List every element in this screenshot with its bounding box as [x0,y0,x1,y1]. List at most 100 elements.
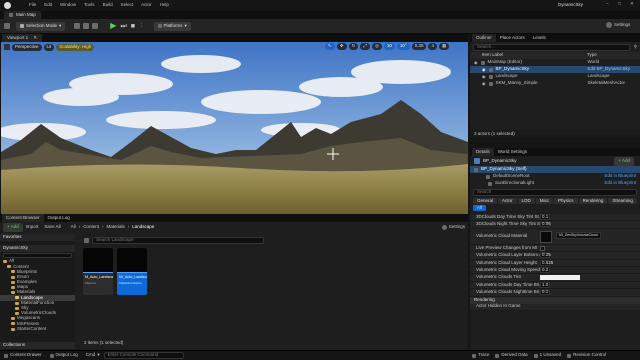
cinematics-icon[interactable] [92,23,99,29]
breadcrumb-item[interactable]: Landscape [132,224,154,230]
breadcrumb-item[interactable]: Materials [106,224,124,230]
property-value[interactable]: 0.2 [540,267,550,273]
minimize-icon[interactable]: – [606,1,609,7]
details-search-input[interactable]: Search [473,188,637,196]
property-value[interactable]: 1.0 [540,282,550,288]
menu-tools[interactable]: Tools [80,3,99,8]
stop-icon[interactable]: ■ [131,23,135,30]
filter-general[interactable]: General [473,198,498,204]
material-thumbnail[interactable] [540,230,552,243]
filter-actor[interactable]: Actor [498,198,517,204]
translate-tool-icon[interactable]: ✥ [336,43,347,50]
menu-file[interactable]: File [25,3,40,8]
rotation-snap-button[interactable]: 10° [396,43,410,50]
filter-all[interactable]: All [473,205,487,211]
content-drawer-button[interactable]: Content Drawer [4,353,42,358]
filter-streaming[interactable]: Streaming [608,198,637,204]
level-viewport[interactable] [1,42,468,214]
skip-icon[interactable]: ⏭ [120,23,126,30]
menu-build[interactable]: Build [99,3,117,8]
layout-icon[interactable]: ▦ [439,43,450,50]
revision-control-button[interactable]: Revision Control [567,353,606,358]
property-value[interactable]: 0.1 [540,214,550,220]
world-space-icon[interactable]: ◎ [371,43,382,50]
property-value[interactable]: MI_DevSkyVolumeCloud [556,231,601,240]
component-row[interactable]: SunDirectionalLight Edit in Blueprint [470,180,640,187]
add-content-icon[interactable] [74,23,81,29]
add-component-button[interactable]: + Add [614,156,634,166]
collections-header[interactable]: Collections [0,342,75,349]
tab-place-actors[interactable]: Place Actors [496,34,529,42]
tab-world-settings[interactable]: World Settings [494,148,531,156]
menu-actor[interactable]: Actor [137,3,156,8]
asset-tile[interactable]: MI_Auto_LandscapeMaterial Instance [117,248,147,295]
filter-lod[interactable]: LOD [517,198,535,204]
scale-tool-icon[interactable]: ⤢ [360,43,370,50]
tab-main-map[interactable]: Main Map [4,11,41,19]
rotate-tool-icon[interactable]: ↻ [348,43,359,50]
checkbox[interactable] [540,245,545,251]
column-item-label[interactable]: Item Label [482,53,587,58]
eye-icon[interactable]: ◉ [482,81,486,86]
filter-physics[interactable]: Physics [554,198,578,204]
filter-icon[interactable] [84,237,89,243]
component-row[interactable]: BP_DynamicSky (Self) [470,166,640,173]
save-icon[interactable] [4,23,10,29]
outliner-row[interactable]: ◉ Landscape Landscape [470,73,640,80]
asset-search-input[interactable]: Search Landscape [92,236,264,244]
cmd-dropdown[interactable]: Cmd ▾ [86,353,100,358]
outliner-search-input[interactable]: Search... [473,43,630,51]
hamburger-icon[interactable] [4,44,10,50]
blueprint-icon[interactable] [83,23,90,29]
property-value[interactable]: 0.625 [540,260,553,266]
select-tool-icon[interactable]: ↖ [325,43,335,50]
property-value[interactable]: 0.06 [540,222,551,228]
folder-item[interactable]: StarterContent [0,326,75,331]
menu-edit[interactable]: Edit [40,3,56,8]
cb-settings-button[interactable]: Settings [441,224,465,230]
menu-window[interactable]: Window [56,3,80,8]
tab-output-log[interactable]: Output Log [44,214,74,222]
unsaved-button[interactable]: 1 Unsaved [533,353,561,358]
asset-tile[interactable]: M_Auto_LandscapeMaterial [83,248,113,295]
cb-add-button[interactable]: + Add [3,222,23,232]
outliner-row[interactable]: ◉ SKM_Manny_Simple SkeletalMeshActor [470,80,640,87]
edit-in-blueprint-link[interactable]: Edit in Blueprint [604,174,636,179]
play-icon[interactable]: ▶ [110,22,116,30]
settings-button[interactable]: Settings [606,22,630,28]
scale-snap-button[interactable]: 0.25 [411,43,427,50]
filter-misc[interactable]: Misc [535,198,554,204]
lit-button[interactable]: Lit [43,43,55,51]
breadcrumb-item[interactable]: All [71,224,76,230]
outliner-row[interactable]: ◉ MainMap (Editor) World [470,59,640,66]
component-row[interactable]: DefaultSceneRoot Edit in Blueprint [470,173,640,180]
maximize-icon[interactable]: □ [618,1,621,7]
property-value[interactable]: 0.25 [540,253,551,259]
color-swatch[interactable] [540,275,580,281]
trace-button[interactable]: Trace [472,353,489,358]
menu-select[interactable]: Select [117,3,138,8]
eye-icon[interactable]: ◉ [474,60,478,65]
output-log-button[interactable]: Output Log [49,353,78,358]
grid-snap-button[interactable]: 10 [383,43,395,50]
close-icon[interactable]: ✕ [33,35,37,41]
tab-viewport-1[interactable]: Viewport 1 ✕ [2,34,42,42]
project-header[interactable]: DynamicSky [0,245,75,252]
folder-search-input[interactable] [3,253,72,258]
console-input[interactable]: Enter Console Command [103,352,184,359]
tab-levels[interactable]: Levels [529,34,550,42]
edit-in-blueprint-link[interactable]: Edit in Blueprint [604,181,636,186]
tab-details[interactable]: Details [472,148,494,156]
selection-mode-button[interactable]: Selection Mode ▾ [16,21,66,31]
menu-help[interactable]: Help [156,3,173,8]
column-type[interactable]: Type [587,53,597,58]
filter-rendering[interactable]: Rendering [578,198,608,204]
platforms-button[interactable]: Platforms ▾ [153,21,191,31]
close-icon[interactable]: ✕ [630,1,634,7]
tab-content-browser[interactable]: Content Browser [2,214,44,222]
import-button[interactable]: Import [26,224,39,230]
eye-icon[interactable]: ◉ [482,67,486,72]
outliner-row[interactable]: ◉ BP_DynamicSky Edit BP_DynamicSky [470,66,640,73]
eye-icon[interactable]: ◉ [482,74,486,79]
derived-data-button[interactable]: Derived Data [495,353,528,358]
